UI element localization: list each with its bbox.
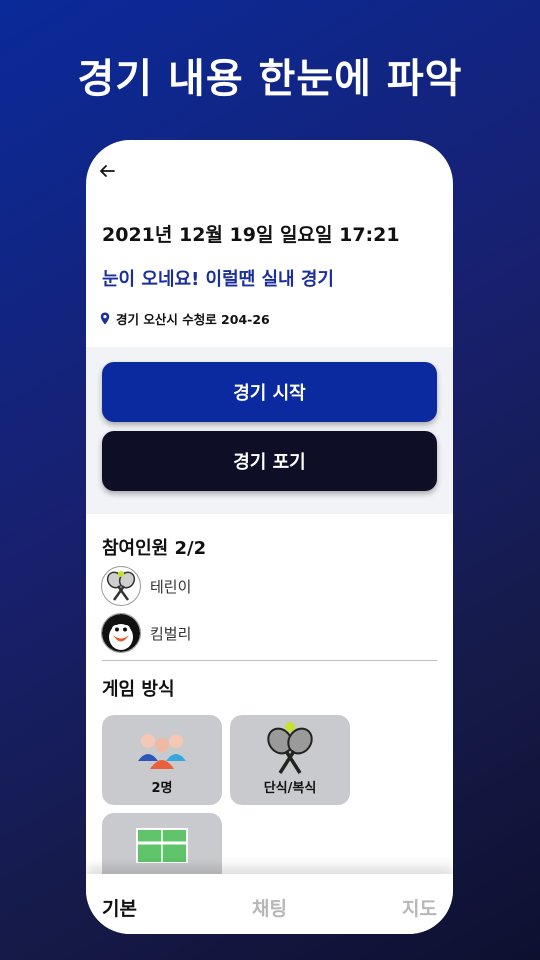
- match-format-label: 단식/복식: [263, 781, 317, 796]
- bottom-navigation: 기본 채팅 지도: [86, 874, 453, 934]
- forfeit-match-button[interactable]: 경기 포기: [102, 431, 437, 491]
- match-format-card[interactable]: 단식/복식: [230, 715, 350, 805]
- people-group-icon: [138, 734, 186, 769]
- promo-headline: 경기 내용 한눈에 파악: [77, 56, 463, 102]
- participant-item[interactable]: 테린이: [101, 566, 191, 606]
- game-type-title: 게임 방식: [102, 679, 175, 700]
- player-count-label: 2명: [151, 781, 173, 796]
- participant-name: 킴벌리: [150, 624, 192, 643]
- tennis-rackets-avatar-icon: [101, 566, 141, 606]
- player-count-card[interactable]: 2명: [102, 715, 222, 805]
- tab-chat[interactable]: 채팅: [252, 894, 287, 921]
- back-arrow-icon[interactable]: [98, 162, 116, 180]
- match-location: 경기 오산시 수청로 204-26: [100, 309, 270, 328]
- tab-basic[interactable]: 기본: [102, 894, 137, 921]
- tab-map[interactable]: 지도: [402, 894, 437, 921]
- match-address: 경기 오산시 수청로 204-26: [116, 312, 270, 327]
- location-pin-icon: [100, 312, 110, 325]
- action-area: 경기 시작 경기 포기: [86, 347, 453, 514]
- match-datetime: 2021년 12월 19일 일요일 17:21: [102, 224, 400, 246]
- phone-screen: 2021년 12월 19일 일요일 17:21 눈이 오네요! 이럴땐 실내 경…: [86, 140, 453, 934]
- participant-name: 테린이: [150, 577, 192, 596]
- participants-title: 참여인원 2/2: [102, 538, 207, 559]
- penguin-avatar-icon: [101, 613, 141, 653]
- participant-item[interactable]: 킴벌리: [101, 613, 191, 653]
- match-subtitle: 눈이 오네요! 이럴땐 실내 경기: [102, 269, 334, 290]
- start-match-button[interactable]: 경기 시작: [102, 362, 437, 422]
- section-divider: [102, 660, 437, 661]
- tennis-court-icon: [136, 828, 188, 863]
- tennis-rackets-icon: [267, 722, 313, 774]
